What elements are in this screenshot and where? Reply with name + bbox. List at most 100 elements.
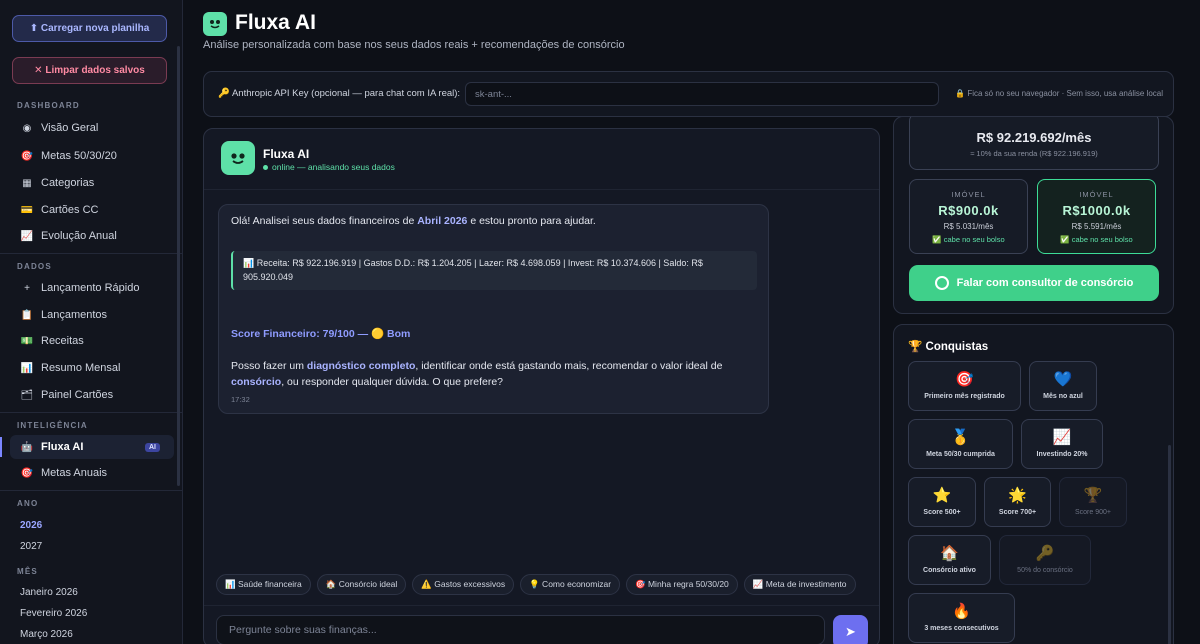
option-monthly: R$ 5.591/mês [1071, 222, 1122, 231]
whatsapp-consultant-button[interactable]: Falar com consultor de consórcio [909, 265, 1159, 301]
sidebar-item-fluxa-ai[interactable]: 🤖 Fluxa AI AI [0, 435, 174, 459]
sidebar-item-label: Categorias [41, 177, 95, 189]
sidebar-item-lancamentos[interactable]: 📋 Lançamentos [10, 303, 174, 327]
option-monthly: R$ 5.031/mês [943, 222, 994, 231]
whatsapp-button-label: Falar com consultor de consórcio [956, 277, 1134, 289]
recommended-installment: R$ 92.219.692/mês ≈ 10% da sua renda (R$… [909, 117, 1159, 170]
achievement-badge: 🎯 Primeiro mês registrado [908, 361, 1021, 411]
trophy-icon: 🏆 [1083, 487, 1103, 504]
consorcio-option[interactable]: IMÓVEL R$900.0k R$ 5.031/mês ✅ cabe no s… [909, 179, 1028, 254]
ai-badge: AI [145, 442, 160, 452]
send-icon: ➤ [845, 624, 856, 639]
sidebar-divider [0, 490, 182, 491]
achievement-badge: 💙 Mês no azul [1029, 361, 1097, 411]
target-icon: 🎯 [20, 467, 34, 479]
sidebar-item-receitas[interactable]: 💵 Receitas [10, 329, 174, 353]
option-fit: ✅ cabe no seu bolso [932, 235, 1005, 244]
year-option-2026[interactable]: 2026 [20, 520, 42, 531]
sidebar-item-cartoes[interactable]: 💳 Cartões CC [10, 198, 174, 222]
dados-section-title: DADOS [17, 262, 52, 271]
achievements-title: 🏆 Conquistas [908, 341, 989, 353]
plus-icon: + [24, 282, 30, 294]
financial-score: Score Financeiro: 79/100 — 🟡 Bom [231, 328, 411, 340]
sidebar-item-label: Metas 50/30/20 [41, 150, 117, 162]
chip-gastos-excessivos[interactable]: ⚠️ Gastos excessivos [412, 574, 515, 595]
overview-icon: ◉ [22, 122, 32, 134]
sidebar-item-label: Visão Geral [41, 122, 99, 134]
message-month: Abril 2026 [417, 215, 468, 227]
achievement-label: Score 500+ [923, 509, 961, 516]
chat-header-divider [204, 189, 879, 190]
fire-icon: 🔥 [952, 603, 971, 620]
sidebar-item-metas-anuais[interactable]: 🎯 Metas Anuais [10, 461, 174, 485]
achievement-label: Primeiro mês registrado [924, 393, 1005, 400]
chip-consorcio-ideal[interactable]: 🏠 Consórcio ideal [316, 574, 407, 595]
option-type: IMÓVEL [951, 190, 986, 199]
chat-footer-divider [204, 605, 879, 606]
consorcio-option-selected[interactable]: IMÓVEL R$1000.0k R$ 5.591/mês ✅ cabe no … [1037, 179, 1156, 254]
api-key-bar: 🔑 Anthropic API Key (opcional — para cha… [203, 71, 1174, 117]
message-text: e estou pronto para ajudar. [467, 215, 596, 227]
month-option-fevereiro[interactable]: Fevereiro 2026 [20, 608, 87, 619]
achievements-card: 🏆 Conquistas 🎯 Primeiro mês registrado 💙 M… [893, 324, 1174, 644]
chart-up-icon: 📈 [20, 230, 34, 242]
chip-saude-financeira[interactable]: 📊 Saúde financeira [216, 574, 311, 595]
sidebar-item-metas[interactable]: 🎯 Metas 50/30/20 [10, 144, 174, 168]
sidebar-item-resumo[interactable]: 📊 Resumo Mensal [10, 356, 174, 380]
chip-regra-50-30-20[interactable]: 🎯 Minha regra 50/30/20 [626, 574, 738, 595]
message-text: , identificar onde está gastando mais, r… [415, 360, 723, 372]
send-button[interactable]: ➤ [833, 615, 868, 644]
clear-data-button[interactable]: ✕ Limpar dados salvos [12, 57, 167, 84]
year-option-2027[interactable]: 2027 [20, 541, 42, 552]
financial-summary-block: 📊 Receita: R$ 922.196.919 | Gastos D.D.:… [231, 251, 757, 290]
sidebar-item-painel-cartoes[interactable]: 🗂 Painel Cartões [10, 383, 174, 407]
recommended-note: ≈ 10% da sua renda (R$ 922.196.919) [970, 149, 1098, 158]
achievement-badge-locked: 🔑 50% do consórcio [999, 535, 1091, 585]
bar-chart-icon: 📊 [20, 362, 34, 374]
upload-spreadsheet-button[interactable]: ⬆ Carregar nova planilha [12, 15, 167, 42]
chip-como-economizar[interactable]: 💡 Como economizar [520, 574, 621, 595]
whatsapp-icon [934, 276, 949, 290]
sidebar-item-lancamento-rapido[interactable]: + Lançamento Rápido [10, 276, 174, 300]
api-key-note: 🔒 Fica só no seu navegador · Sem isso, u… [955, 89, 1163, 98]
sidebar-item-categorias[interactable]: ▦ Categorias [10, 171, 174, 195]
bot-message-bubble: Olá! Analisei seus dados financeiros de … [218, 204, 769, 414]
achievement-label: Score 700+ [998, 509, 1037, 516]
dashboard-section-title: DASHBOARD [17, 101, 80, 110]
month-option-marco[interactable]: Março 2026 [20, 629, 73, 640]
achievement-badge: 📈 Investindo 20% [1021, 419, 1103, 469]
bot-name: Fluxa AI [263, 147, 310, 161]
bot-status-text: online — analisando seus dados [272, 162, 395, 172]
sidebar-item-label: Painel Cartões [41, 389, 114, 401]
sidebar-item-label: Lançamento Rápido [41, 282, 140, 294]
achievement-label: Consórcio ativo [923, 567, 976, 574]
achievement-badge: 🔥 3 meses consecutivos [908, 593, 1015, 643]
month-option-janeiro[interactable]: Janeiro 2026 [20, 587, 78, 598]
blue-heart-icon: 💙 [1053, 371, 1073, 388]
mes-section-title: MÊS [17, 567, 38, 576]
money-icon: 💵 [20, 335, 34, 347]
message-highlight: consórcio [231, 376, 282, 388]
sidebar-item-visao-geral[interactable]: ◉ Visão Geral [10, 116, 174, 140]
chip-meta-investimento[interactable]: 📈 Meta de investimento [743, 574, 856, 595]
sidebar-scrollbar[interactable] [177, 46, 180, 486]
key-icon: 🔑 [1035, 545, 1055, 562]
house-icon: 🏠 [940, 545, 959, 562]
fluxa-logo-icon [203, 12, 227, 36]
app-root: ⬆ Carregar nova planilha ✕ Limpar dados … [0, 0, 1200, 644]
achievement-badge-locked: 🏆 Score 900+ [1059, 477, 1127, 527]
sidebar-item-evolucao[interactable]: 📈 Evolução Anual [10, 224, 174, 248]
message-timestamp: 17:32 [231, 395, 250, 404]
clipboard-icon: 📋 [20, 309, 34, 321]
robot-icon: 🤖 [20, 441, 34, 453]
message-intro: Olá! Analisei seus dados financeiros de … [231, 213, 596, 229]
achievements-scrollbar[interactable] [1168, 445, 1171, 644]
api-key-label: 🔑 Anthropic API Key (opcional — para cha… [218, 88, 461, 99]
sidebar-item-label: Fluxa AI [41, 441, 84, 453]
achievement-label: 3 meses consecutivos [924, 625, 999, 632]
api-key-input[interactable]: sk-ant-... [465, 82, 939, 106]
option-value: R$900.0k [938, 203, 999, 218]
achievement-label: Mês no azul [1043, 393, 1083, 400]
glowing-star-icon: 🌟 [1008, 487, 1027, 504]
chat-input[interactable]: Pergunte sobre suas finanças... [216, 615, 825, 644]
